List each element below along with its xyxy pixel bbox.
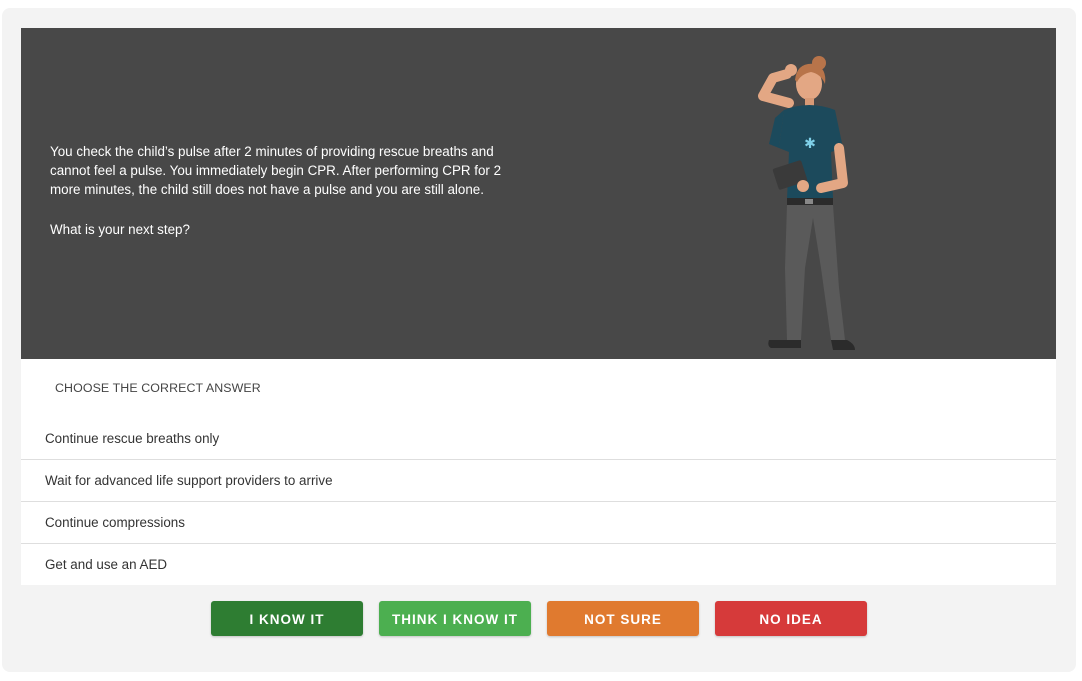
answer-option-rescue-breaths[interactable]: Continue rescue breaths only: [21, 417, 1056, 459]
scenario-description: You check the child’s pulse after 2 minu…: [50, 144, 502, 197]
answers-panel: CHOOSE THE CORRECT ANSWER Continue rescu…: [21, 359, 1056, 585]
i-know-it-button[interactable]: I KNOW IT: [211, 601, 363, 636]
answer-option-use-aed[interactable]: Get and use an AED: [21, 543, 1056, 585]
no-idea-button[interactable]: NO IDEA: [715, 601, 867, 636]
scenario-text-block: You check the child’s pulse after 2 minu…: [50, 142, 520, 239]
not-sure-button[interactable]: NOT SURE: [547, 601, 699, 636]
confidence-buttons: I KNOW IT THINK I KNOW IT NOT SURE NO ID…: [0, 601, 1082, 637]
choose-answer-label: CHOOSE THE CORRECT ANSWER: [55, 381, 261, 395]
answer-option-continue-compressions[interactable]: Continue compressions: [21, 501, 1056, 543]
think-i-know-it-button[interactable]: THINK I KNOW IT: [379, 601, 531, 636]
scenario-panel: You check the child’s pulse after 2 minu…: [21, 28, 1056, 359]
answer-option-wait-for-als[interactable]: Wait for advanced life support providers…: [21, 459, 1056, 501]
rescuer-illustration: ✱: [758, 56, 855, 350]
scenario-question: What is your next step?: [50, 222, 190, 237]
svg-text:✱: ✱: [804, 136, 816, 152]
